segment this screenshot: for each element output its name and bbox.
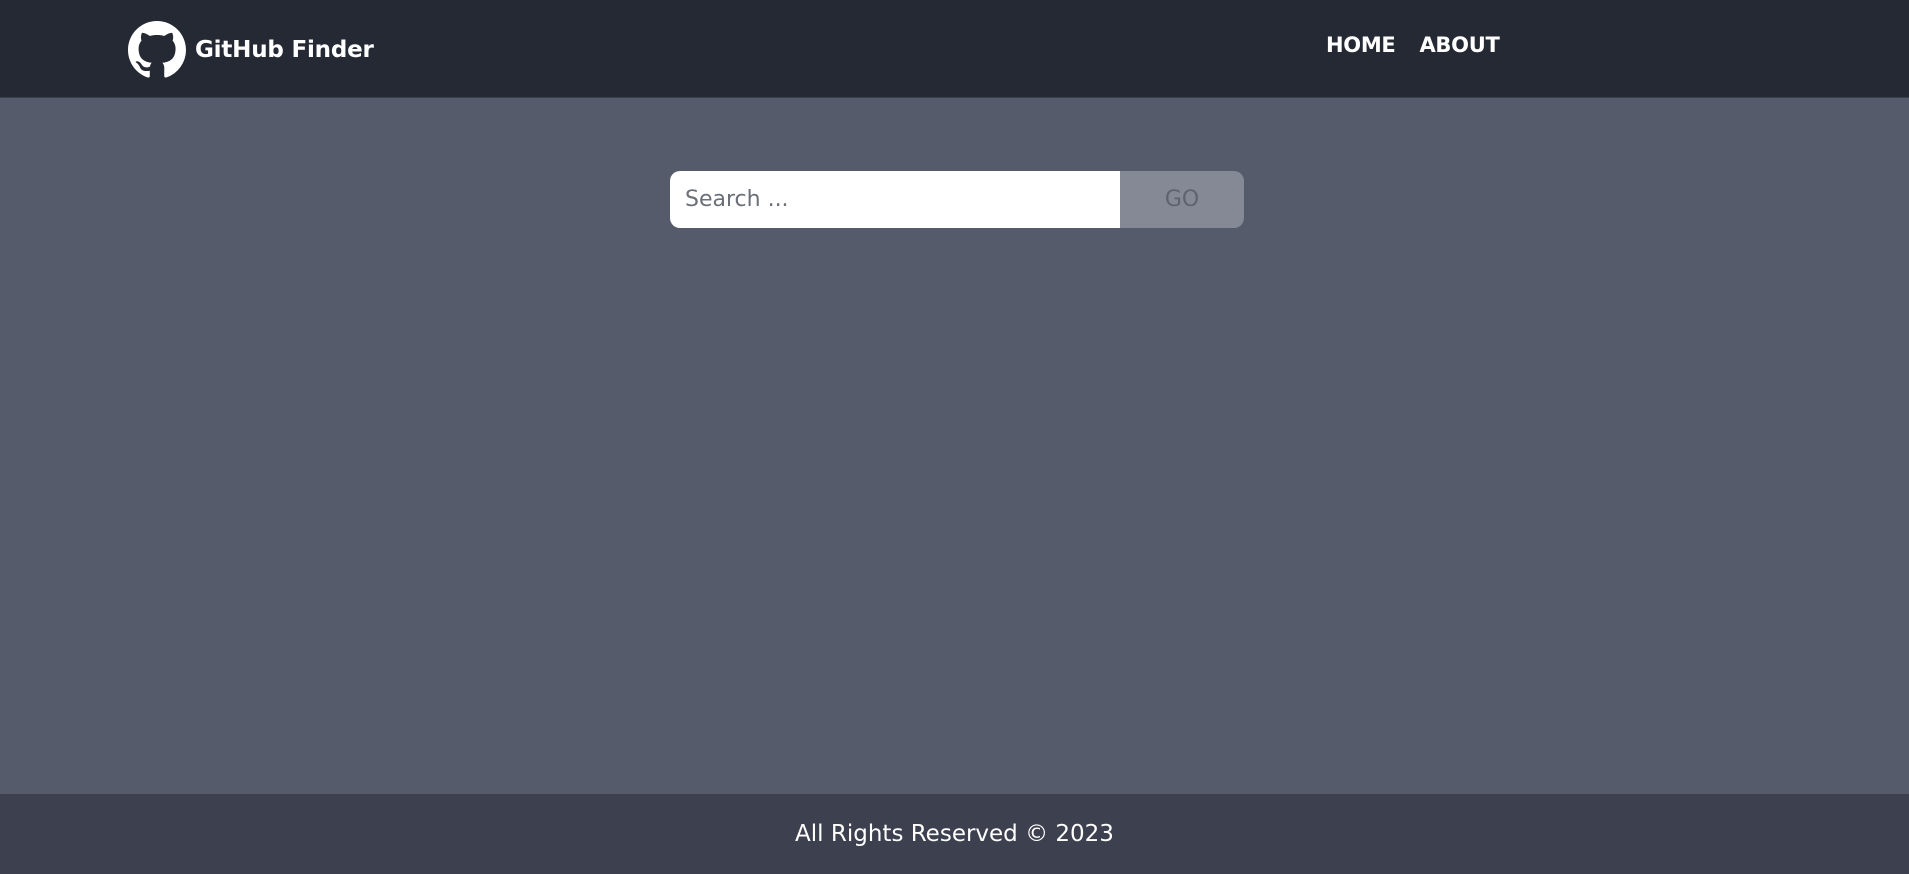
navbar: GitHub Finder HOME ABOUT bbox=[0, 0, 1909, 98]
search-form: GO bbox=[670, 171, 1244, 228]
nav-link-about[interactable]: ABOUT bbox=[1419, 33, 1499, 57]
search-input[interactable] bbox=[670, 171, 1120, 228]
nav-links: HOME ABOUT bbox=[1326, 33, 1500, 57]
footer: All Rights Reserved © 2023 bbox=[0, 794, 1909, 874]
github-icon bbox=[128, 21, 186, 78]
go-button[interactable]: GO bbox=[1120, 171, 1244, 228]
footer-copyright: All Rights Reserved © 2023 bbox=[795, 821, 1114, 847]
brand-link[interactable]: GitHub Finder bbox=[128, 21, 374, 79]
nav-link-home[interactable]: HOME bbox=[1326, 33, 1396, 57]
brand-title: GitHub Finder bbox=[195, 37, 374, 63]
